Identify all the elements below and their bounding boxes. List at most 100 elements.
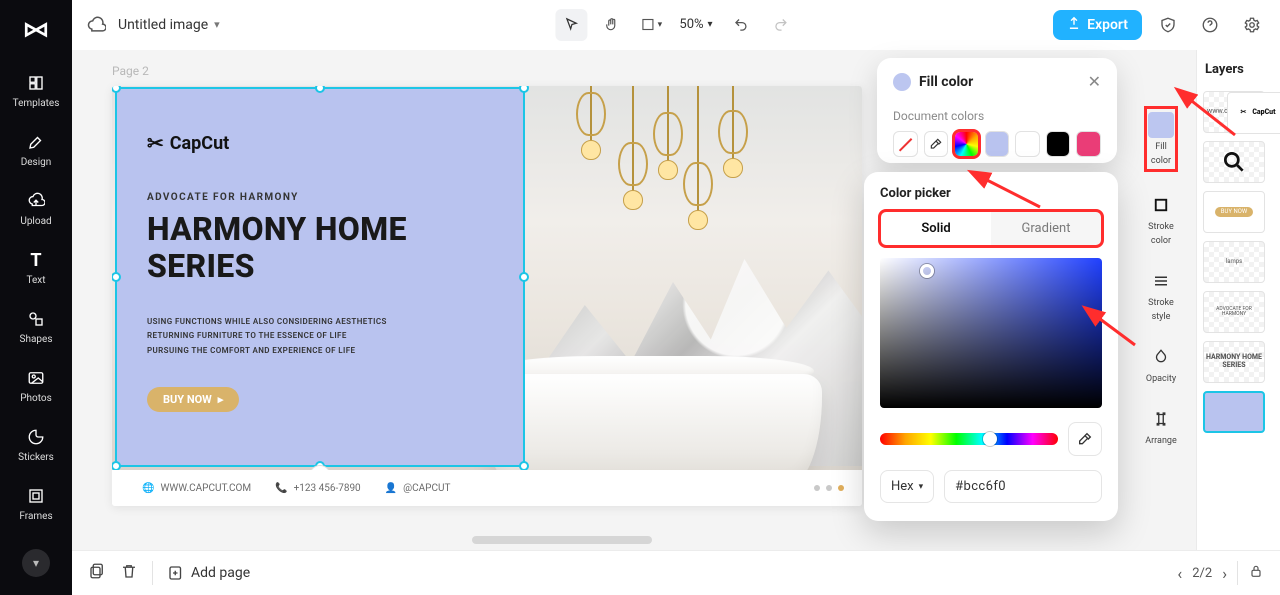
delete-button[interactable] [120, 562, 138, 584]
sv-thumb[interactable] [920, 264, 934, 278]
cta-button: BUY NOW ▸ [147, 387, 239, 412]
sidebar-more-button[interactable]: ▾ [22, 549, 50, 577]
document-title[interactable]: Untitled image ▾ [118, 17, 220, 33]
cloud-sync-icon[interactable] [84, 13, 108, 37]
play-icon: ▸ [218, 393, 224, 406]
eyedropper-button[interactable] [924, 131, 949, 157]
stroke-color-tool[interactable]: Stroke color [1148, 192, 1174, 246]
globe-icon: 🌐 [142, 483, 154, 494]
export-button[interactable]: Export [1053, 10, 1142, 40]
pages-icon[interactable] [88, 562, 106, 584]
current-fill-swatch [893, 73, 911, 91]
fill-swatch-icon [1148, 112, 1174, 138]
layers-title: Layers [1203, 58, 1274, 83]
sidebar-label-text: Text [26, 275, 45, 286]
eyedropper-button[interactable] [1068, 422, 1102, 456]
settings-icon[interactable] [1236, 9, 1268, 41]
tab-gradient[interactable]: Gradient [991, 212, 1101, 245]
color-picker-swatch[interactable] [954, 131, 979, 157]
lamp-image [590, 86, 592, 150]
hue-thumb[interactable] [983, 432, 997, 446]
sidebar-item-text[interactable]: T Text [25, 249, 47, 286]
sidebar-label-frames: Frames [19, 511, 52, 522]
resize-handle[interactable] [519, 272, 529, 282]
hand-tool-button[interactable] [595, 9, 627, 41]
saturation-value-field[interactable] [880, 258, 1102, 408]
lamp-image [632, 86, 634, 200]
arrange-tool[interactable]: Arrange [1145, 406, 1177, 446]
resize-handle[interactable] [315, 86, 325, 93]
sidebar-item-photos[interactable]: Photos [20, 367, 52, 404]
hex-input[interactable]: #bcc6f0 [944, 470, 1102, 503]
selected-shape[interactable]: ✂ CapCut ADVOCATE FOR HARMONY HARMONY HO… [115, 87, 525, 467]
hue-slider[interactable] [880, 433, 1058, 445]
horizontal-scrollbar[interactable] [472, 536, 652, 544]
sidebar-item-upload[interactable]: Upload [20, 190, 51, 227]
lamp-image [667, 86, 669, 170]
sidebar-item-design[interactable]: Design [21, 131, 52, 168]
layer-thumb[interactable] [1203, 141, 1265, 183]
doc-color-swatch[interactable] [1015, 131, 1040, 157]
doc-color-swatch[interactable] [1046, 131, 1071, 157]
doc-color-swatch[interactable] [1076, 131, 1101, 157]
app-logo[interactable] [16, 12, 56, 52]
cursor-tool-button[interactable] [555, 9, 587, 41]
sidebar-label-shapes: Shapes [20, 334, 53, 345]
layer-thumb-selected[interactable] [1203, 391, 1265, 433]
kicker-text: ADVOCATE FOR HARMONY [147, 192, 299, 203]
color-mode-tabs: Solid Gradient [880, 211, 1102, 246]
document-colors-label: Document colors [893, 109, 1101, 123]
sidebar-label-photos: Photos [20, 393, 52, 404]
sidebar-label-upload: Upload [20, 216, 51, 227]
layer-thumb[interactable]: lamps [1203, 241, 1265, 283]
sidebar-item-frames[interactable]: Frames [19, 485, 52, 522]
help-icon[interactable] [1194, 9, 1226, 41]
resize-handle[interactable] [112, 272, 121, 282]
sidebar-item-shapes[interactable]: Shapes [20, 308, 53, 345]
arrange-icon [1148, 406, 1174, 432]
bathtub-image [482, 356, 822, 486]
opacity-tool[interactable]: Opacity [1146, 344, 1176, 384]
doc-color-swatch[interactable] [985, 131, 1010, 157]
layer-thumb[interactable]: ADVOCATE FOR HARMONY [1203, 291, 1265, 333]
layer-thumb[interactable]: HARMONY HOME SERIES [1203, 341, 1265, 383]
zoom-level[interactable]: 50%▾ [675, 17, 716, 32]
layer-thumb[interactable]: ✂ CapCut [1227, 92, 1280, 134]
lock-button[interactable] [1248, 563, 1264, 583]
shield-icon[interactable] [1152, 9, 1184, 41]
sidebar-label-stickers: Stickers [18, 452, 54, 463]
lamp-image [732, 86, 734, 168]
chevron-down-icon: ▾ [919, 482, 924, 492]
layer-thumb[interactable]: BUY NOW [1203, 191, 1265, 233]
sidebar-item-templates[interactable]: Templates [13, 72, 60, 109]
body-text: USING FUNCTIONS WHILE ALSO CONSIDERING A… [147, 315, 387, 358]
prev-page-button[interactable]: ‹ [1177, 564, 1182, 583]
page-indicator: 2/2 [1192, 566, 1212, 581]
canvas-page[interactable]: ✂ CapCut ADVOCATE FOR HARMONY HARMONY HO… [112, 86, 862, 506]
page-label: Page 2 [112, 64, 149, 78]
next-page-button[interactable]: › [1222, 564, 1227, 583]
redo-button[interactable] [765, 9, 797, 41]
lamp-image [697, 86, 699, 220]
design-icon [25, 131, 47, 153]
bottom-toolbar: Add page ‹ 2/2 › [72, 550, 1280, 595]
headline-text: HARMONY HOME SERIES [147, 211, 407, 285]
crop-tool-button[interactable]: ▾ [635, 9, 667, 41]
photos-icon [25, 367, 47, 389]
phone-icon: 📞 [275, 483, 287, 494]
design-footer: 🌐WWW.CAPCUT.COM 📞+123 456-7890 👤@CAPCUT [112, 470, 862, 506]
close-icon[interactable]: ✕ [1088, 72, 1101, 91]
add-page-button[interactable]: Add page [167, 564, 250, 582]
color-format-select[interactable]: Hex▾ [880, 470, 934, 503]
stroke-style-tool[interactable]: Stroke style [1148, 268, 1174, 322]
sidebar-item-stickers[interactable]: Stickers [18, 426, 54, 463]
top-toolbar: Untitled image ▾ ▾ 50%▾ Export [72, 0, 1280, 50]
no-fill-swatch[interactable] [893, 131, 918, 157]
sidebar-label-design: Design [21, 157, 52, 168]
divider [1237, 561, 1238, 585]
resize-handle[interactable] [112, 86, 121, 93]
undo-button[interactable] [725, 9, 757, 41]
fill-color-tool[interactable]: Fill color [1146, 108, 1176, 170]
tab-solid[interactable]: Solid [881, 212, 991, 245]
shapes-icon [25, 308, 47, 330]
